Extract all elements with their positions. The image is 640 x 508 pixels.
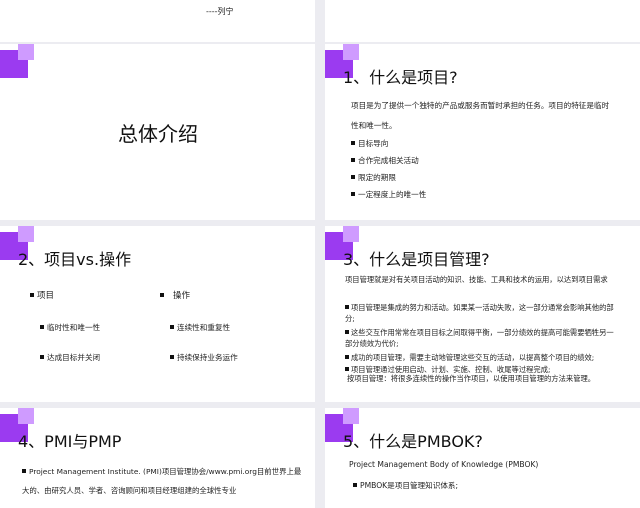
list-item: 成功的项目管理，需要主动地管理这些交互的活动，以提高整个项目的绩效; [345,352,620,363]
bullet-square-icon [22,469,26,473]
slide-title: 2、项目vs.操作 [18,250,132,269]
bullet-square-icon [353,483,357,487]
bullet-square-icon [40,355,44,359]
bullet-square-icon [160,292,164,297]
list-item: 项目管理是集成的努力和活动。如果某一活动失败，这一部分通常会影响其他的部分; [345,303,614,323]
points-list: 项目管理是集成的努力和活动。如果某一活动失败，这一部分通常会影响其他的部分; 这… [345,302,620,378]
slide-thumbnail-5[interactable]: 4、PMI与PMP Project Management Institute. … [0,408,315,508]
slide-thumbnail-1[interactable]: 总体介绍 [0,44,315,220]
list-item: 达成目标并关闭 [40,352,100,363]
bullet-square-icon [351,141,355,145]
bullet-square-icon [345,367,349,371]
bullet-square-icon [351,192,355,196]
slide-thumbnail-0b[interactable] [325,0,640,42]
list-item: 临时性和唯一性 [40,322,100,333]
bullet-square-icon [170,325,174,329]
slide-title: 1、什么是项目? [343,68,458,87]
bullet-square-icon [170,355,174,359]
slide-thumbnail-2[interactable]: 1、什么是项目? 项目是为了提供一个独特的产品或服务而暂时承担的任务。项目的特征… [325,44,640,220]
bullet-list: 目标导向 合作完成相关活动 限定的期限 一定程度上的唯一性 [351,138,426,206]
bullet-square-icon [30,292,34,297]
body-text: Project Management Institute. (PMI)项目管理协… [22,467,302,495]
left-column-head: 项目 [30,289,54,301]
list-item: 连续性和重复性 [170,322,230,333]
list-item: 一定程度上的唯一性 [351,189,426,206]
slide-thumbnail-0[interactable]: ----列宁 [0,0,315,42]
bullet-square-icon [351,175,355,179]
section-heading: 总体介绍 [118,122,198,146]
bullet-square-icon [351,158,355,162]
list-item: 合作完成相关活动 [351,155,426,172]
list-item: PMBOK是项目管理知识体系; [353,480,458,491]
slide-thumbnail-6[interactable]: 5、什么是PMBOK? Project Management Body of K… [325,408,640,508]
subtitle-text: Project Management Body of Knowledge (PM… [349,460,539,469]
definition-text: 项目管理就是对有关项目活动的知识、技能、工具和技术的运用，以达到项目需求 [345,275,608,284]
slide-title: 4、PMI与PMP [18,432,122,451]
bullet-square-icon [345,305,349,309]
right-column-head: 操作 [160,289,190,301]
bullet-square-icon [40,325,44,329]
slide-title: 3、什么是项目管理? [343,250,490,269]
bullet-square-icon [345,355,349,359]
list-item: 持续保持业务运作 [170,352,238,363]
quote-author: ----列宁 [206,7,234,16]
slide-thumbnail-3[interactable]: 2、项目vs.操作 项目 操作 临时性和唯一性 达成目标并关闭 连续性和重复性 … [0,226,315,402]
list-item: 限定的期限 [351,172,426,189]
intro-text: 项目是为了提供一个独特的产品或服务而暂时承担的任务。项目的特征是临时性和唯一性。 [351,101,610,130]
summary-text: 按项目管理：将很多连续性的操作当作项目，以使用项目管理的方法来管理。 [347,374,596,383]
list-item: 这些交互作用常常在项目目标之间取得平衡，一部分绩效的提高可能需要牺牲另一部分绩效… [345,328,614,348]
slide-thumbnail-4[interactable]: 3、什么是项目管理? 项目管理就是对有关项目活动的知识、技能、工具和技术的运用，… [325,226,640,402]
slide-title: 5、什么是PMBOK? [343,432,483,451]
list-item: 目标导向 [351,138,426,155]
bullet-square-icon [345,330,349,334]
